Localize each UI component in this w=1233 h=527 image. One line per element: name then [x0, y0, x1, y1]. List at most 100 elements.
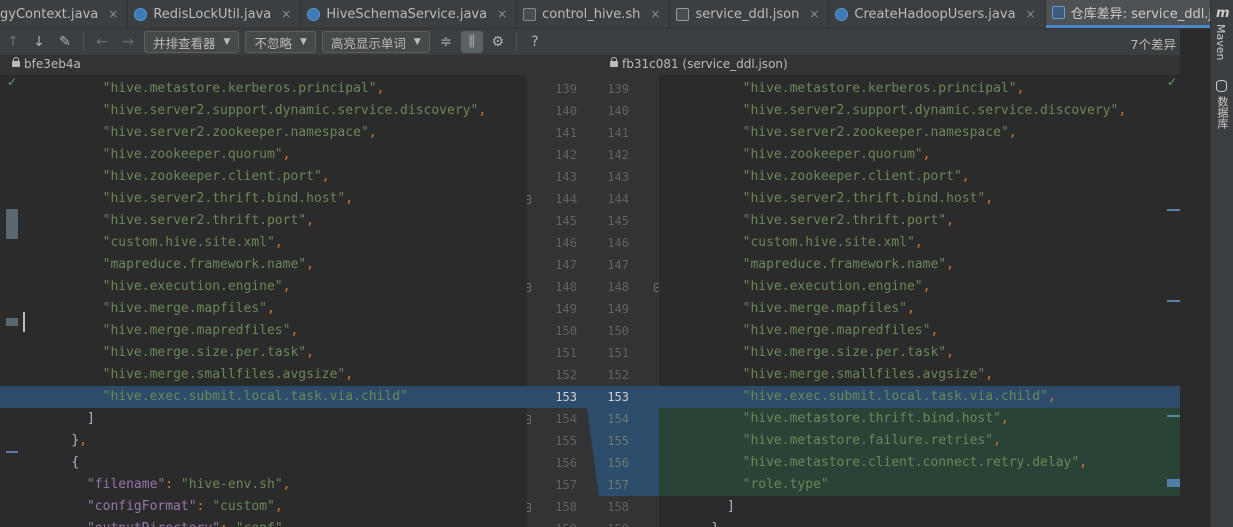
left-code-line[interactable]: "hive.metastore.kerberos.principal",: [0, 78, 527, 100]
editor-tab[interactable]: gyContext.java ×: [0, 0, 129, 28]
left-code-line[interactable]: ]: [0, 408, 527, 430]
no-problems-check-icon: ✓: [7, 75, 18, 89]
left-error-stripe[interactable]: ✓: [0, 75, 20, 527]
fold-marker-icon[interactable]: [527, 415, 531, 424]
collapse-unchanged-icon[interactable]: ≑: [435, 31, 457, 53]
right-code-line[interactable]: "hive.zookeeper.client.port",: [659, 166, 1180, 188]
right-code-line[interactable]: "hive.server2.support.dynamic.service.di…: [659, 100, 1180, 122]
back-arrow-icon[interactable]: ←: [91, 31, 113, 53]
right-code-line[interactable]: "hive.server2.zookeeper.namespace",: [659, 122, 1180, 144]
left-code-line[interactable]: "custom.hive.site.xml",: [0, 232, 527, 254]
left-code-line[interactable]: "hive.server2.support.dynamic.service.di…: [0, 100, 527, 122]
right-code-line[interactable]: "hive.zookeeper.quorum",: [659, 144, 1180, 166]
left-code-line[interactable]: "configFormat": "custom",: [0, 496, 527, 518]
left-code-line[interactable]: "hive.merge.mapredfiles",: [0, 320, 527, 342]
right-code-line[interactable]: "hive.merge.size.per.task",: [659, 342, 1180, 364]
left-diff-editor[interactable]: "hive.metastore.kerberos.principal", "hi…: [0, 75, 527, 527]
scroll-thumb[interactable]: [6, 209, 18, 239]
right-code-line[interactable]: "hive.merge.mapredfiles",: [659, 320, 1180, 342]
right-error-stripe[interactable]: ✓: [1163, 75, 1180, 527]
editor-tab[interactable]: 仓库差异: service_ddl.json×: [1045, 0, 1210, 28]
left-line-number: 140: [555, 104, 577, 118]
next-difference-icon[interactable]: ↓: [28, 31, 50, 53]
left-code-line[interactable]: },: [0, 430, 527, 452]
change-marker[interactable]: [1167, 209, 1180, 211]
left-code-line[interactable]: "hive.execution.engine",: [0, 276, 527, 298]
right-code-line[interactable]: "role.type": [659, 474, 1180, 496]
editor-tab[interactable]: RedisLockUtil.java ×: [128, 0, 302, 28]
editor-tab[interactable]: HiveSchemaService.java ×: [301, 0, 518, 28]
change-marker[interactable]: [1167, 300, 1180, 302]
viewer-dropdown[interactable]: 并排查看器 ▼: [144, 31, 240, 53]
right-revision: fb31c081 (service_ddl.json): [610, 57, 788, 71]
change-marker[interactable]: [1167, 479, 1180, 487]
maven-tool-label[interactable]: Maven: [1214, 24, 1227, 60]
left-code-line[interactable]: "hive.merge.mapfiles",: [0, 298, 527, 320]
left-line-number: 156: [555, 456, 577, 470]
change-marker[interactable]: [6, 318, 18, 326]
right-line-number: 154: [607, 412, 629, 426]
toolbar-separator: [83, 33, 84, 51]
fold-marker-icon[interactable]: [527, 503, 531, 512]
left-code-line[interactable]: "hive.server2.thrift.port",: [0, 210, 527, 232]
forward-arrow-icon[interactable]: →: [117, 31, 139, 53]
left-revision: bfe3eb4a: [12, 57, 81, 71]
right-line-number: 151: [607, 346, 629, 360]
close-tab-icon[interactable]: ×: [809, 7, 819, 21]
settings-gear-icon[interactable]: ⚙: [487, 31, 509, 53]
close-tab-icon[interactable]: ×: [497, 7, 507, 21]
change-marker[interactable]: [6, 451, 18, 453]
fold-marker-icon[interactable]: [527, 195, 531, 204]
right-code-line[interactable]: ]: [659, 496, 1180, 518]
left-code-line[interactable]: "hive.merge.size.per.task",: [0, 342, 527, 364]
left-code-line[interactable]: "hive.exec.submit.local.task.via.child": [0, 386, 527, 408]
left-code-line[interactable]: "hive.server2.zookeeper.namespace",: [0, 122, 527, 144]
right-diff-editor[interactable]: "hive.metastore.kerberos.principal", "hi…: [659, 75, 1180, 527]
close-tab-icon[interactable]: ×: [281, 7, 291, 21]
right-code-line[interactable]: "hive.metastore.kerberos.principal",: [659, 78, 1180, 100]
left-code-line[interactable]: "hive.zookeeper.client.port",: [0, 166, 527, 188]
left-code-line[interactable]: {: [0, 452, 527, 474]
right-code-line[interactable]: "hive.server2.thrift.port",: [659, 210, 1180, 232]
right-code-line[interactable]: "custom.hive.site.xml",: [659, 232, 1180, 254]
left-code-line[interactable]: "mapreduce.framework.name",: [0, 254, 527, 276]
editor-tab[interactable]: CreateHadoopUsers.java ×: [829, 0, 1046, 28]
highlight-words-dropdown[interactable]: 高亮显示单词 ▼: [321, 31, 430, 53]
left-code-line[interactable]: "hive.server2.thrift.bind.host",: [0, 188, 527, 210]
editor-tab-label: service_ddl.json: [695, 6, 800, 22]
maven-icon[interactable]: m: [1216, 6, 1230, 21]
right-code-line[interactable]: "hive.metastore.failure.retries",: [659, 430, 1180, 452]
help-icon[interactable]: ?: [524, 31, 546, 53]
left-line-number: 145: [555, 214, 577, 228]
right-line-number: 159: [589, 518, 629, 527]
right-code-line[interactable]: "hive.merge.mapfiles",: [659, 298, 1180, 320]
right-code-line[interactable]: "hive.metastore.thrift.bind.host",: [659, 408, 1180, 430]
database-tool-label[interactable]: 数据库: [1214, 96, 1230, 129]
chevron-down-icon: ▼: [299, 37, 307, 47]
left-code-line[interactable]: "hive.zookeeper.quorum",: [0, 144, 527, 166]
editor-tab[interactable]: control_hive.sh ×: [517, 0, 671, 28]
database-icon[interactable]: [1216, 80, 1227, 92]
close-tab-icon[interactable]: ×: [1026, 7, 1036, 21]
right-code-line[interactable]: },: [659, 518, 1180, 527]
left-code-line[interactable]: "hive.merge.smallfiles.avgsize",: [0, 364, 527, 386]
previous-difference-icon[interactable]: ↑: [2, 31, 24, 53]
close-tab-icon[interactable]: ×: [650, 7, 660, 21]
right-line-number: 140: [607, 104, 629, 118]
left-code-line[interactable]: "filename": "hive-env.sh",: [0, 474, 527, 496]
right-code-line[interactable]: "mapreduce.framework.name",: [659, 254, 1180, 276]
sync-scroll-icon[interactable]: ⫼: [460, 31, 483, 53]
right-code-line[interactable]: "hive.execution.engine",: [659, 276, 1180, 298]
close-tab-icon[interactable]: ×: [108, 7, 118, 21]
right-code-line[interactable]: "hive.metastore.client.connect.retry.del…: [659, 452, 1180, 474]
right-code-line[interactable]: "hive.exec.submit.local.task.via.child",: [659, 386, 1180, 408]
right-code-line[interactable]: "hive.server2.thrift.bind.host",: [659, 188, 1180, 210]
left-code-line[interactable]: "outputDirectory": "conf",: [0, 518, 527, 527]
edit-source-icon[interactable]: ✎: [54, 31, 76, 53]
ignore-whitespace-dropdown[interactable]: 不忽略 ▼: [245, 31, 316, 53]
editor-tab[interactable]: service_ddl.json ×: [670, 0, 830, 28]
left-line-number: 158: [555, 500, 577, 514]
right-code-line[interactable]: "hive.merge.smallfiles.avgsize",: [659, 364, 1180, 386]
fold-marker-icon[interactable]: [527, 283, 531, 292]
change-marker[interactable]: [1167, 415, 1180, 417]
